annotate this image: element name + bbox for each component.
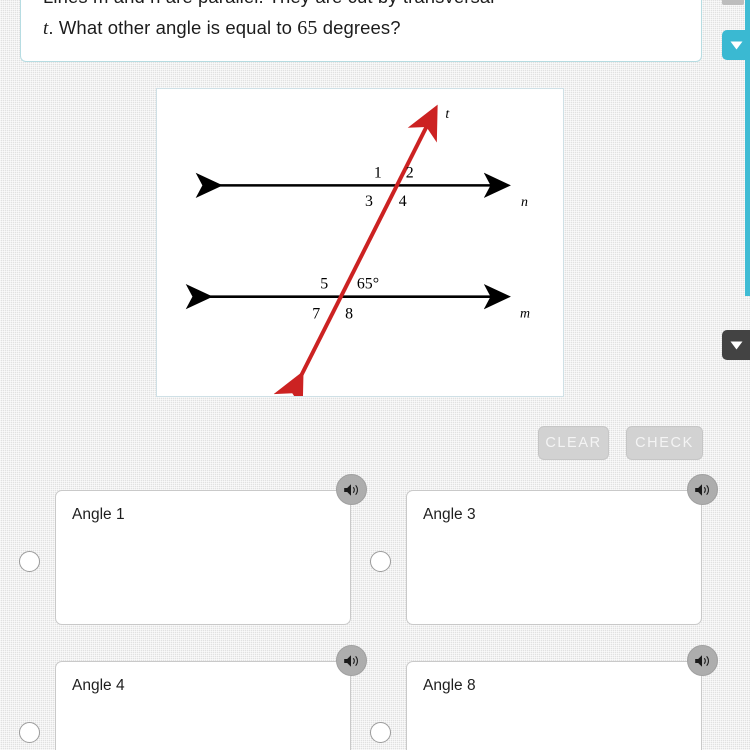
option-label-2: Angle 3	[423, 506, 476, 523]
angle-label-7: 7	[312, 306, 320, 323]
angle-label-3: 3	[365, 193, 373, 210]
speaker-icon	[694, 654, 712, 668]
line-m-label: m	[520, 307, 530, 322]
question-line-2-suffix: degrees?	[317, 17, 401, 38]
speaker-icon-button-1[interactable]	[336, 474, 367, 505]
question-line-2: t. What other angle is equal to 65 degre…	[43, 12, 679, 44]
radio-option-4[interactable]	[370, 722, 391, 743]
speaker-icon-button-2[interactable]	[687, 474, 718, 505]
options-row-2: Angle 4 Angle 8	[0, 645, 750, 750]
option-label-3: Angle 4	[72, 677, 125, 694]
option-card-4[interactable]: Angle 8	[406, 661, 702, 750]
chevron-down-icon	[730, 41, 743, 50]
clear-button[interactable]: CLEAR	[538, 426, 609, 460]
angle-label-5: 5	[320, 276, 328, 293]
top-scroll-nub	[722, 0, 744, 5]
question-line-2-rest: . What other angle is equal to	[48, 17, 298, 38]
answer-options: Angle 1 Angle 3 Angle 4 Angle 8	[0, 474, 750, 750]
option-label-1: Angle 1	[72, 506, 125, 523]
speaker-icon	[694, 483, 712, 497]
angle-label-8: 8	[345, 306, 353, 323]
radio-option-3[interactable]	[19, 722, 40, 743]
radio-option-2[interactable]	[370, 551, 391, 572]
question-panel: Lines m and n are parallel. They are cut…	[20, 0, 702, 62]
option-card-1[interactable]: Angle 1	[55, 490, 351, 625]
diagram-container: n m t 1 2 3 4 5 65° 7 8	[156, 88, 564, 397]
question-angle-value: 65	[297, 17, 318, 39]
transversal-label: t	[445, 107, 450, 122]
speaker-icon-button-4[interactable]	[687, 645, 718, 676]
speaker-icon	[343, 654, 361, 668]
line-n-label: n	[521, 195, 528, 210]
option-card-3[interactable]: Angle 4	[55, 661, 351, 750]
speaker-icon	[343, 483, 361, 497]
angle-label-4: 4	[399, 193, 407, 210]
transversal-line-t	[273, 104, 438, 396]
option-angle-4[interactable]: Angle 4	[19, 645, 367, 750]
option-card-2[interactable]: Angle 3	[406, 490, 702, 625]
angle-label-2: 2	[406, 164, 414, 181]
chevron-down-icon	[730, 341, 743, 350]
check-button[interactable]: CHECK	[626, 426, 703, 460]
panel-toggle-tab-primary[interactable]	[722, 30, 750, 60]
option-angle-8[interactable]: Angle 8	[370, 645, 718, 750]
angle-label-1: 1	[374, 164, 382, 181]
options-row-1: Angle 1 Angle 3	[0, 474, 750, 646]
radio-option-1[interactable]	[19, 551, 40, 572]
question-line-1: Lines m and n are parallel. They are cut…	[43, 0, 679, 12]
action-button-row: CLEAR CHECK	[0, 426, 750, 462]
option-angle-3[interactable]: Angle 3	[370, 474, 718, 625]
option-label-4: Angle 8	[423, 677, 476, 694]
parallel-lines-diagram: n m t 1 2 3 4 5 65° 7 8	[185, 104, 530, 396]
angle-label-65deg: 65°	[357, 276, 379, 293]
speaker-icon-button-3[interactable]	[336, 645, 367, 676]
panel-toggle-tab-secondary[interactable]	[722, 330, 750, 360]
option-angle-1[interactable]: Angle 1	[19, 474, 367, 625]
